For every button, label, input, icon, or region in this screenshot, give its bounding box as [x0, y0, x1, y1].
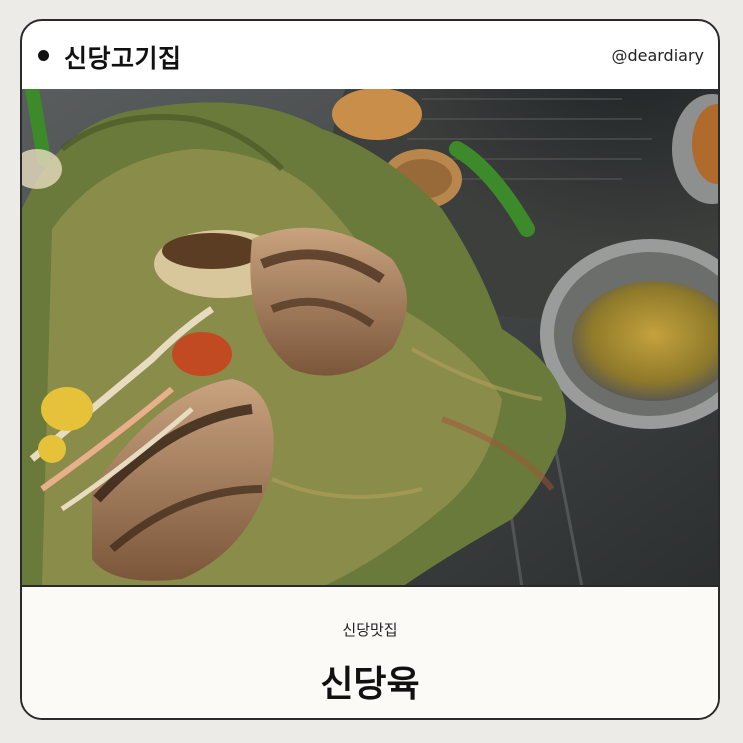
footer-title: 신당육	[320, 664, 420, 705]
footer-subtitle: 신당맛집	[342, 621, 398, 639]
account-handle: @deardiary	[611, 46, 704, 65]
food-photo-illustration	[22, 89, 718, 585]
card-footer: 신당맛집 신당육	[22, 587, 718, 718]
post-card: 신당고기집 @deardiary 신당맛집 신당육	[20, 19, 720, 720]
header-title: 신당고기집	[64, 44, 182, 73]
food-photo	[22, 89, 718, 587]
bullet-dot-icon	[38, 50, 49, 61]
card-header: 신당고기집 @deardiary	[22, 21, 718, 91]
